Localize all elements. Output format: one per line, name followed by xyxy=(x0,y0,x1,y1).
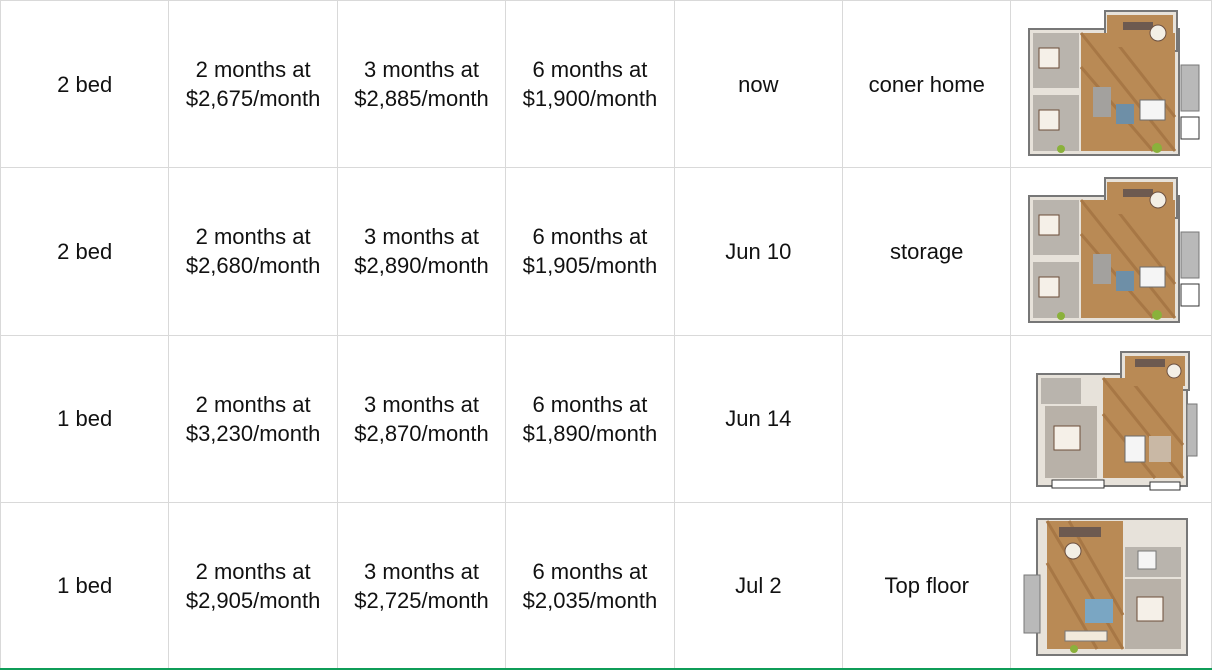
price-amount: $2,885/month xyxy=(354,86,489,112)
price-period: 3 months at xyxy=(364,224,479,250)
floorplan-cell[interactable] xyxy=(1010,167,1212,336)
table-row: 2 bed 2 months at $2,675/month 3 months … xyxy=(0,0,1212,169)
beds-cell[interactable]: 2 bed xyxy=(0,0,170,169)
price-amount: $2,905/month xyxy=(185,587,321,613)
price-amount: $2,035/month xyxy=(522,587,658,613)
price-period: 2 months at xyxy=(195,391,311,417)
price-period: 6 months at xyxy=(532,224,648,250)
floorplan-cell[interactable] xyxy=(1010,501,1212,670)
beds-cell[interactable]: 2 bed xyxy=(0,167,170,336)
price-period: 6 months at xyxy=(532,57,648,83)
two-bedroom-floorplan-image xyxy=(1028,177,1200,324)
floorplan-cell[interactable] xyxy=(1010,334,1212,503)
price-6-months-cell[interactable]: 6 months at $1,905/month xyxy=(505,167,675,336)
price-3-months-cell[interactable]: 3 months at $2,870/month xyxy=(336,334,507,503)
price-amount: $2,870/month xyxy=(354,420,489,446)
price-amount: $1,905/month xyxy=(522,253,658,279)
price-amount: $2,680/month xyxy=(185,253,321,279)
floorplan-cell[interactable] xyxy=(1010,0,1212,169)
note-cell[interactable] xyxy=(842,334,1012,503)
two-bedroom-floorplan-image xyxy=(1028,10,1200,157)
price-2-months-cell[interactable]: 2 months at $2,675/month xyxy=(168,0,338,169)
price-amount: $1,900/month xyxy=(522,86,658,112)
one-bedroom-floorplan-image xyxy=(1036,350,1198,491)
available-date-cell[interactable]: Jun 10 xyxy=(673,167,844,336)
price-period: 3 months at xyxy=(364,57,479,83)
price-6-months-cell[interactable]: 6 months at $2,035/month xyxy=(505,501,675,670)
price-period: 2 months at xyxy=(195,558,311,584)
available-date-cell[interactable]: Jun 14 xyxy=(673,334,844,503)
price-amount: $2,890/month xyxy=(354,253,489,279)
note-cell[interactable]: Top floor xyxy=(842,501,1012,670)
price-period: 2 months at xyxy=(195,224,311,250)
price-period: 2 months at xyxy=(195,57,311,83)
one-bedroom-floorplan-image xyxy=(1023,517,1189,656)
available-date-cell[interactable]: Jul 2 xyxy=(673,501,844,670)
listings-table: 2 bed 2 months at $2,675/month 3 months … xyxy=(0,0,1212,670)
price-period: 6 months at xyxy=(532,558,648,584)
price-3-months-cell[interactable]: 3 months at $2,725/month xyxy=(336,501,507,670)
table-row: 1 bed 2 months at $3,230/month 3 months … xyxy=(0,334,1212,503)
table-row: 1 bed 2 months at $2,905/month 3 months … xyxy=(0,501,1212,670)
price-amount: $2,675/month xyxy=(185,86,321,112)
note-cell[interactable]: coner home xyxy=(842,0,1012,169)
price-amount: $1,890/month xyxy=(522,420,658,446)
price-3-months-cell[interactable]: 3 months at $2,885/month xyxy=(336,0,507,169)
note-cell[interactable]: storage xyxy=(842,167,1012,336)
available-date-cell[interactable]: now xyxy=(673,0,844,169)
price-amount: $3,230/month xyxy=(185,420,321,446)
price-2-months-cell[interactable]: 2 months at $2,680/month xyxy=(168,167,338,336)
price-2-months-cell[interactable]: 2 months at $3,230/month xyxy=(168,334,338,503)
price-period: 3 months at xyxy=(364,558,479,584)
price-period: 3 months at xyxy=(364,391,479,417)
beds-cell[interactable]: 1 bed xyxy=(0,334,170,503)
price-2-months-cell[interactable]: 2 months at $2,905/month xyxy=(168,501,338,670)
price-amount: $2,725/month xyxy=(354,587,489,613)
price-6-months-cell[interactable]: 6 months at $1,890/month xyxy=(505,334,675,503)
price-period: 6 months at xyxy=(532,391,648,417)
beds-cell[interactable]: 1 bed xyxy=(0,501,170,670)
price-6-months-cell[interactable]: 6 months at $1,900/month xyxy=(505,0,675,169)
price-3-months-cell[interactable]: 3 months at $2,890/month xyxy=(336,167,507,336)
table-row: 2 bed 2 months at $2,680/month 3 months … xyxy=(0,167,1212,336)
